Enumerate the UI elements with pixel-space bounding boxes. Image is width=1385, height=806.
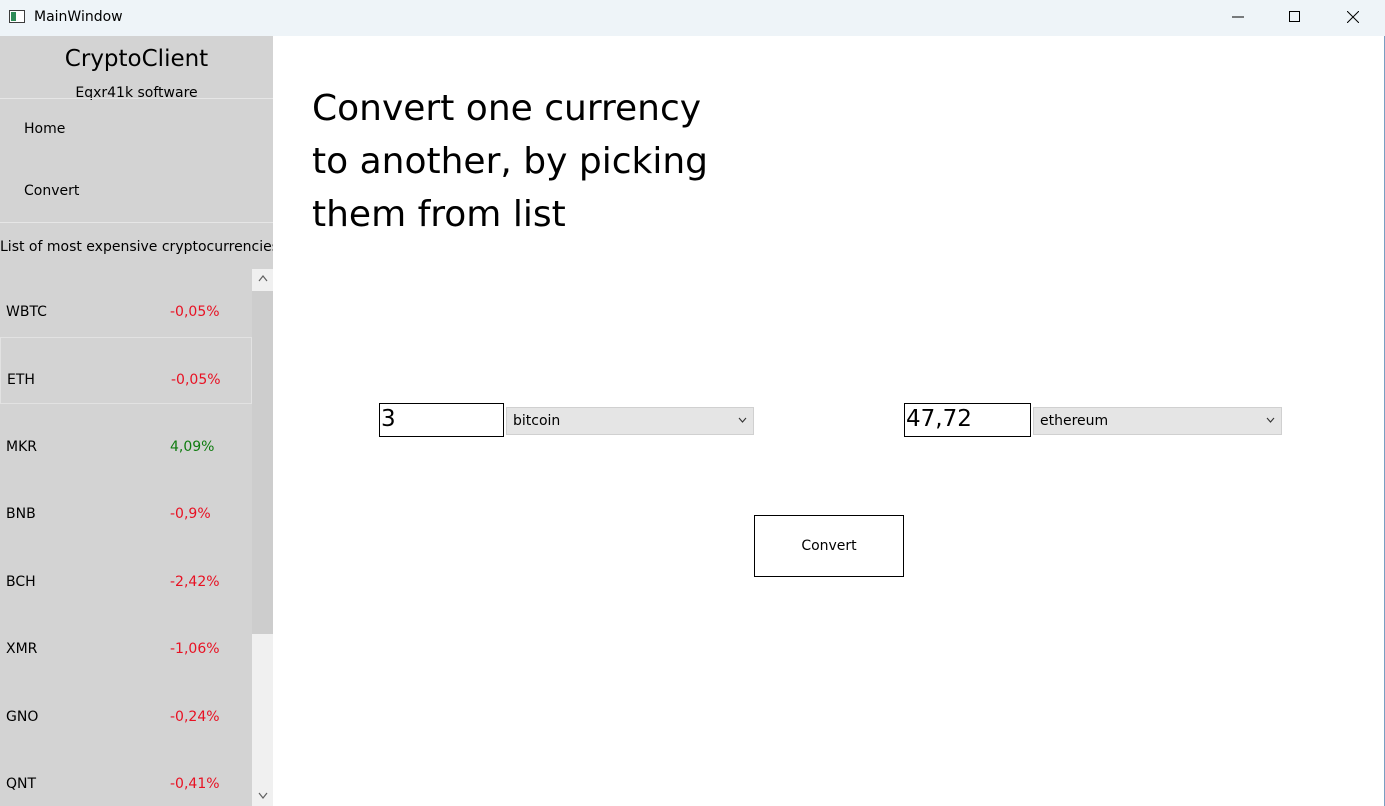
nav-item-label: Convert	[24, 183, 80, 199]
sidebar: CryptoClient Eqxr41k software Home Conve…	[0, 36, 284, 806]
price-change: -2,42%	[170, 574, 220, 590]
maximize-button[interactable]	[1266, 0, 1324, 36]
crypto-symbol: MKR	[6, 439, 37, 455]
list-item[interactable]: BNB -0,9%	[0, 482, 252, 549]
divider	[0, 222, 273, 223]
page-heading: Convert one currency to another, by pick…	[312, 88, 709, 235]
minimize-button[interactable]	[1209, 0, 1267, 36]
chevron-down-icon	[258, 792, 268, 799]
list-scrollbar[interactable]	[252, 269, 273, 806]
scrollbar-thumb[interactable]	[252, 291, 273, 634]
window-title: MainWindow	[34, 9, 123, 25]
price-change: -0,41%	[170, 776, 220, 792]
list-item[interactable]: MKR 4,09%	[0, 415, 252, 482]
maximize-icon	[1289, 11, 1300, 22]
crypto-symbol: BNB	[6, 506, 36, 522]
minimize-icon	[1232, 16, 1244, 18]
price-change: -0,05%	[170, 304, 220, 320]
list-item[interactable]: GNO -0,24%	[0, 685, 252, 752]
list-item[interactable]: XMR -1,06%	[0, 617, 252, 684]
price-change: -1,06%	[170, 641, 220, 657]
from-currency-select[interactable]: bitcoin	[506, 407, 754, 435]
title-bar: MainWindow	[0, 0, 1385, 36]
list-item[interactable]: ETH -0,05%	[0, 337, 252, 404]
to-currency-select[interactable]: ethereum	[1033, 407, 1282, 435]
price-change: 4,09%	[170, 439, 215, 455]
list-item[interactable]: QNT -0,41%	[0, 752, 252, 806]
from-currency-value: bitcoin	[513, 413, 561, 429]
crypto-symbol: QNT	[6, 776, 37, 792]
chevron-down-icon	[738, 417, 747, 423]
crypto-symbol: BCH	[6, 574, 36, 590]
nav-item-convert[interactable]: Convert	[0, 162, 273, 222]
divider	[0, 98, 273, 99]
crypto-symbol: XMR	[6, 641, 38, 657]
crypto-symbol: WBTC	[6, 304, 47, 320]
price-change: -0,24%	[170, 709, 220, 725]
convert-button[interactable]: Convert	[754, 515, 904, 577]
crypto-list[interactable]: WBTC -0,05% ETH -0,05% MKR 4,09% BNB -0,…	[0, 280, 252, 806]
to-currency-value: ethereum	[1040, 413, 1109, 429]
scroll-down-button[interactable]	[252, 786, 273, 806]
app-window-icon	[9, 10, 25, 23]
crypto-symbol: ETH	[7, 372, 35, 388]
price-change: -0,05%	[171, 372, 221, 388]
crypto-symbol: GNO	[6, 709, 39, 725]
list-item[interactable]: BCH -2,42%	[0, 550, 252, 617]
price-change: -0,9%	[170, 506, 211, 522]
chevron-down-icon	[1266, 417, 1275, 423]
chevron-up-icon	[258, 275, 268, 282]
from-amount-input[interactable]: 3	[379, 403, 504, 437]
nav-item-home[interactable]: Home	[0, 100, 273, 160]
to-amount-input[interactable]: 47,72	[904, 403, 1031, 437]
scroll-up-button[interactable]	[252, 269, 273, 289]
close-button[interactable]	[1324, 0, 1382, 36]
app-name: CryptoClient	[64, 46, 209, 72]
close-icon	[1347, 11, 1359, 23]
nav-item-label: Home	[24, 121, 66, 137]
list-caption: List of most expensive cryptocurrencies:	[0, 239, 284, 255]
